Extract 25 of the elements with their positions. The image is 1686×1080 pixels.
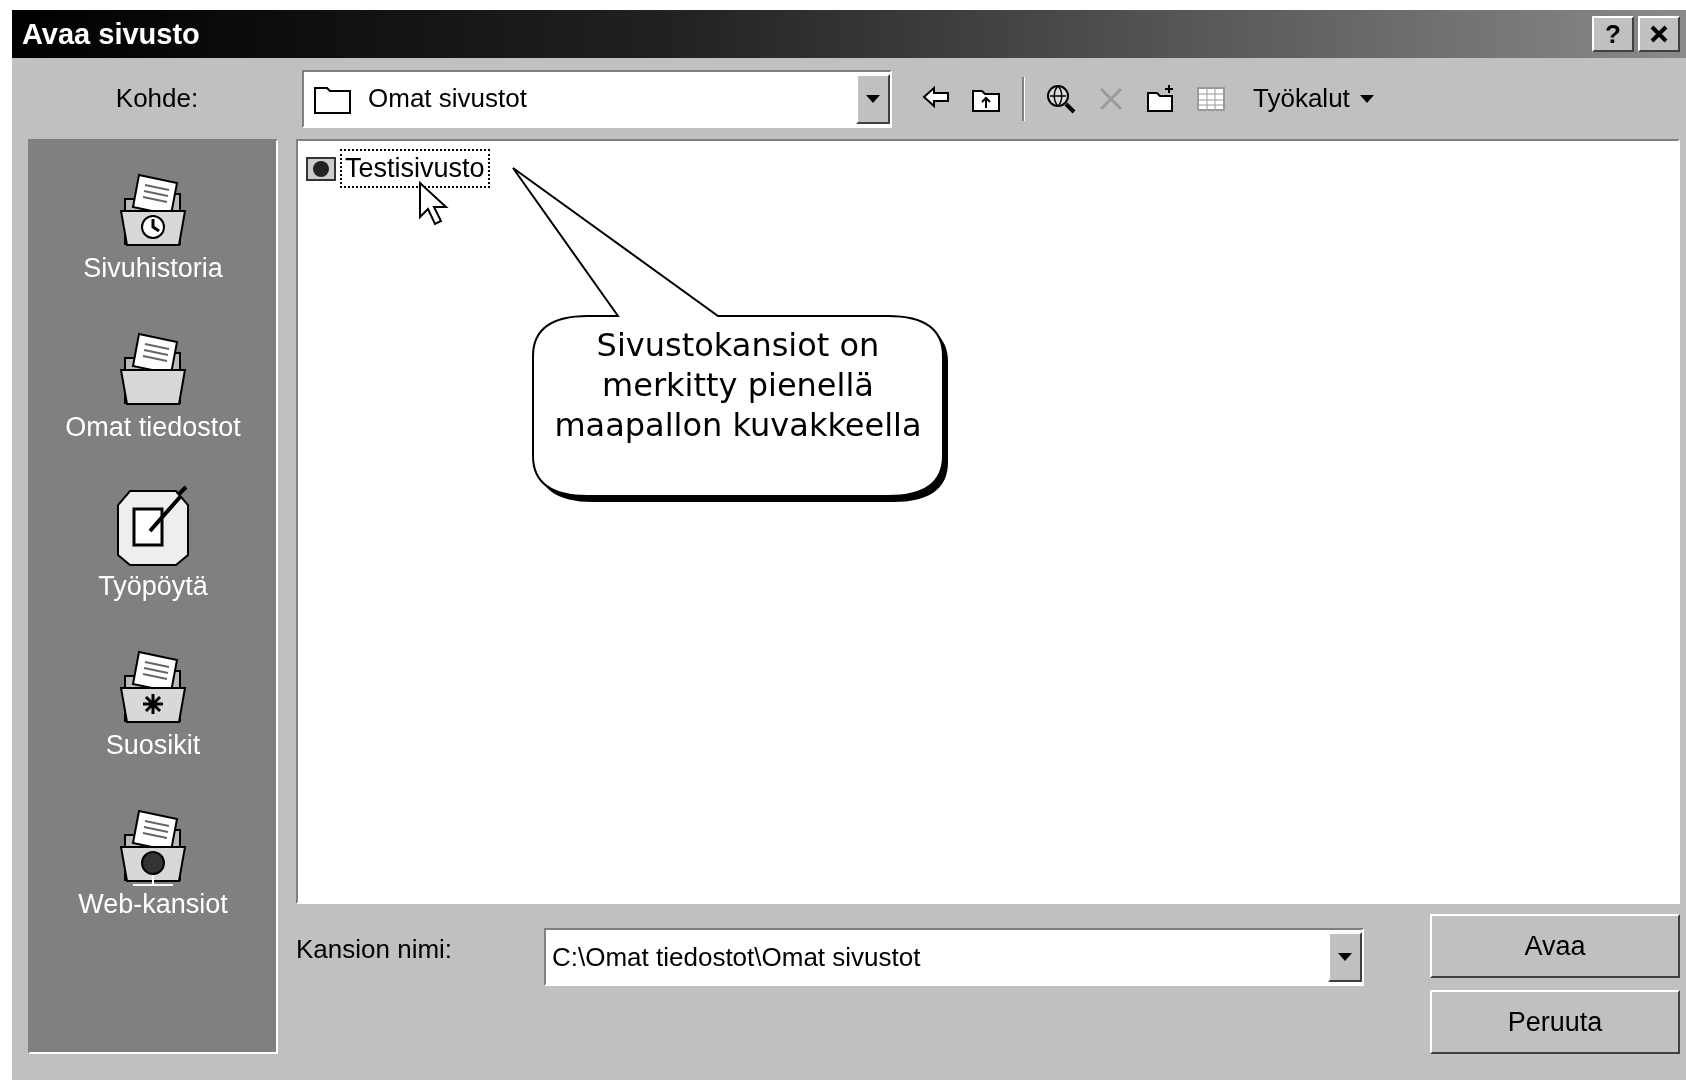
location-dropdown[interactable]: Omat sivustot <box>302 69 892 128</box>
places-item[interactable]: Työpöytä <box>98 479 208 602</box>
mouse-pointer-icon <box>418 181 450 227</box>
dialog-button[interactable]: Peruuta <box>1430 990 1680 1054</box>
caret-icon <box>1359 94 1374 103</box>
globe-folder-icon <box>306 154 336 183</box>
callout-text: Sivustokansiot on merkitty pienellä maapallon kuvakkeella <box>553 325 923 445</box>
look-in-label: Kohde: <box>114 83 200 115</box>
caret-icon <box>866 94 880 103</box>
globe-search-icon <box>1045 82 1077 115</box>
places-item[interactable]: Suosikit <box>105 638 201 761</box>
places-item[interactable]: Web-kansiot <box>78 797 228 920</box>
close-button[interactable] <box>1638 16 1680 53</box>
help-button[interactable]: ? <box>1592 16 1634 53</box>
folder-name-field[interactable]: C:\Omat tiedostot\Omat sivustot <box>544 928 1364 986</box>
dropdown-button[interactable] <box>856 73 890 124</box>
places-item[interactable]: Sivuhistoria <box>83 161 223 284</box>
window-title: Avaa sivusto <box>22 17 200 51</box>
dialog-button[interactable]: Avaa <box>1430 914 1680 978</box>
folder-name-label: Kansion nimi: <box>296 933 454 965</box>
close-icon <box>1649 24 1669 45</box>
caret-icon <box>1338 953 1352 961</box>
tools-menu[interactable]: Työkalut <box>1249 79 1378 119</box>
places-item[interactable]: Omat tiedostot <box>65 320 241 443</box>
dropdown-button[interactable] <box>1328 932 1362 982</box>
